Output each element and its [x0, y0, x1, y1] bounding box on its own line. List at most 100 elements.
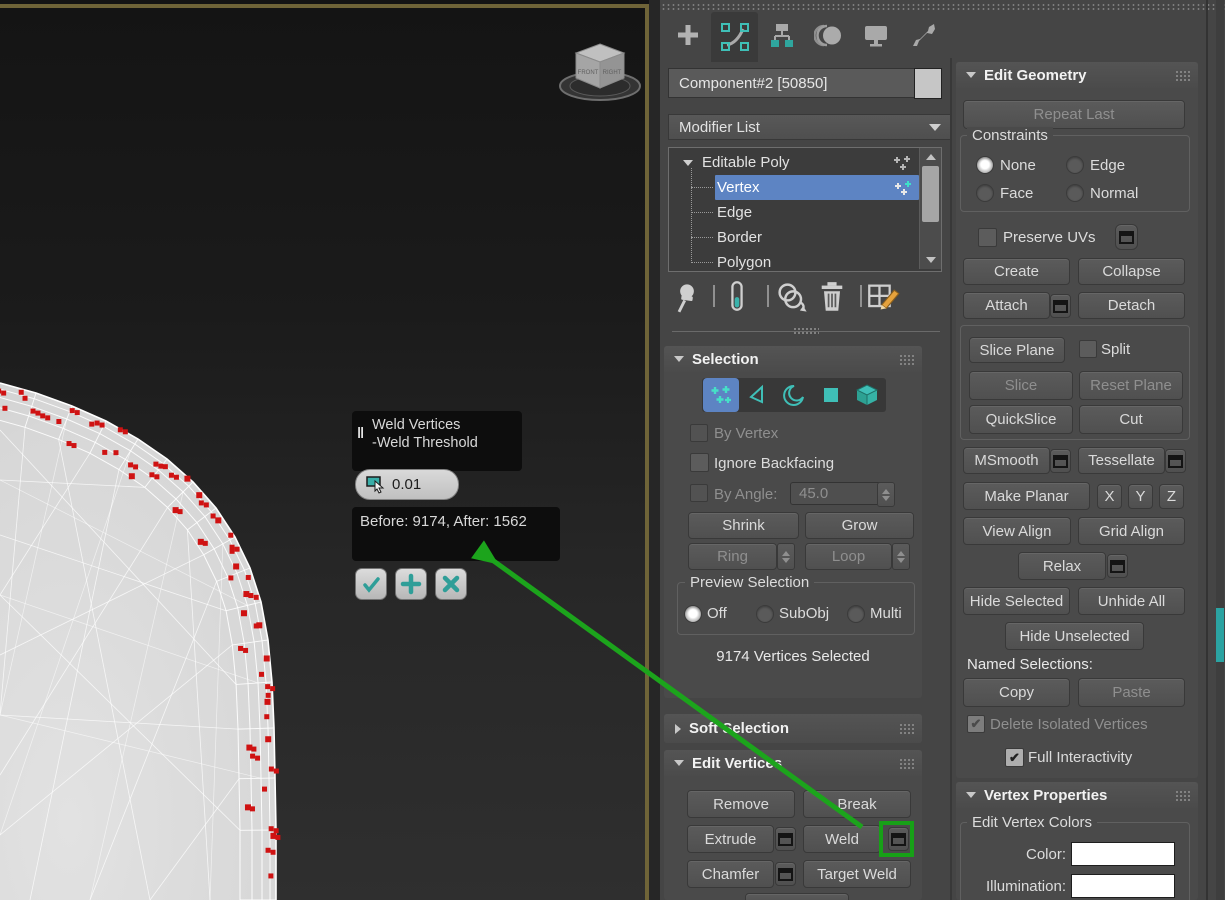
preview-off-radio[interactable]: [684, 605, 702, 623]
shrink-button[interactable]: Shrink: [688, 512, 799, 539]
rollout-grip[interactable]: [1175, 790, 1190, 802]
separator-grip[interactable]: [793, 327, 819, 335]
subobject-polygon-button[interactable]: [813, 378, 849, 412]
stack-item-edge[interactable]: Edge: [669, 200, 941, 225]
modifier-list-dropdown[interactable]: Modifier List: [668, 114, 952, 140]
subobject-border-button[interactable]: [776, 378, 812, 412]
soft-selection-header[interactable]: Soft Selection: [664, 714, 922, 743]
caddy-apply-button[interactable]: [395, 568, 427, 600]
msmooth-settings-button[interactable]: [1050, 449, 1071, 473]
make-unique-icon[interactable]: [774, 281, 810, 313]
caddy-cancel-button[interactable]: [435, 568, 467, 600]
stack-item-editable-poly[interactable]: Editable Poly: [669, 150, 941, 175]
break-button[interactable]: Break: [803, 790, 911, 818]
attach-button[interactable]: Attach: [963, 292, 1050, 319]
ring-spinner[interactable]: [777, 543, 795, 570]
preserve-uvs-settings-button[interactable]: [1115, 224, 1138, 250]
object-name-field[interactable]: Component#2 [50850]: [668, 68, 920, 98]
tab-motion[interactable]: [805, 12, 852, 57]
constraint-normal-radio[interactable]: [1066, 184, 1084, 202]
editable-poly-mesh[interactable]: [0, 0, 650, 900]
constraint-edge-radio[interactable]: [1066, 156, 1084, 174]
expander-icon[interactable]: [683, 159, 693, 166]
object-color-swatch[interactable]: [914, 68, 942, 99]
chamfer-button[interactable]: Chamfer: [687, 860, 774, 888]
full-interactivity-checkbox[interactable]: ✔: [1005, 748, 1024, 767]
delete-isolated-checkbox[interactable]: ✔: [967, 715, 985, 733]
axis-x-button[interactable]: X: [1097, 484, 1122, 509]
preview-multi-radio[interactable]: [847, 605, 865, 623]
scroll-up-icon[interactable]: [920, 150, 941, 164]
panel-scrollbar-track[interactable]: [1216, 0, 1224, 900]
unhide-all-button[interactable]: Unhide All: [1078, 587, 1185, 615]
stack-scrollbar[interactable]: [919, 148, 941, 269]
tab-display[interactable]: [852, 12, 899, 57]
hide-unselected-button[interactable]: Hide Unselected: [1005, 622, 1144, 650]
stack-item-border[interactable]: Border: [669, 225, 941, 250]
by-angle-spinner[interactable]: [877, 482, 895, 507]
detach-button[interactable]: Detach: [1078, 292, 1185, 319]
by-vertex-checkbox[interactable]: [690, 424, 708, 442]
weld-button[interactable]: Weld: [803, 825, 881, 853]
repeat-last-button[interactable]: Repeat Last: [963, 100, 1185, 129]
view-align-button[interactable]: View Align: [963, 517, 1071, 545]
reset-plane-button[interactable]: Reset Plane: [1079, 371, 1183, 400]
chamfer-settings-button[interactable]: [775, 862, 796, 886]
caddy-handle[interactable]: ‖: [357, 425, 364, 443]
extrude-settings-button[interactable]: [775, 827, 796, 851]
scroll-down-icon[interactable]: [920, 253, 941, 267]
stack-item-vertex[interactable]: Vertex: [669, 175, 941, 200]
msmooth-button[interactable]: MSmooth: [963, 447, 1050, 474]
subobject-vertex-button[interactable]: [703, 378, 739, 412]
loop-button[interactable]: Loop: [805, 543, 892, 570]
tab-modify[interactable]: [711, 12, 758, 62]
hide-selected-button[interactable]: Hide Selected: [963, 587, 1070, 615]
ignore-backfacing-checkbox[interactable]: [690, 453, 709, 472]
pin-stack-icon[interactable]: [672, 281, 702, 313]
panel-scrollbar-thumb[interactable]: [1216, 608, 1224, 662]
cut-button[interactable]: Cut: [1079, 405, 1183, 434]
edit-vertices-header[interactable]: Edit Vertices: [664, 750, 922, 776]
collapse-button[interactable]: Collapse: [1078, 258, 1185, 285]
show-end-result-icon[interactable]: [724, 280, 750, 312]
make-planar-button[interactable]: Make Planar: [963, 482, 1090, 510]
constraint-face-radio[interactable]: [976, 184, 994, 202]
preview-subobj-radio[interactable]: [756, 605, 774, 623]
subobject-element-button[interactable]: [849, 378, 885, 412]
tessellate-button[interactable]: Tessellate: [1078, 447, 1165, 474]
panel-drag-texture[interactable]: [660, 2, 1225, 11]
partial-button[interactable]: [745, 893, 849, 900]
vertex-color-swatch[interactable]: [1071, 842, 1175, 866]
vertex-illumination-swatch[interactable]: [1071, 874, 1175, 898]
relax-button[interactable]: Relax: [1018, 552, 1106, 580]
tab-create[interactable]: [664, 12, 711, 57]
loop-spinner[interactable]: [892, 543, 910, 570]
extrude-button[interactable]: Extrude: [687, 825, 774, 853]
quickslice-button[interactable]: QuickSlice: [969, 405, 1073, 434]
grow-button[interactable]: Grow: [805, 512, 914, 539]
vertex-properties-header[interactable]: Vertex Properties: [956, 782, 1198, 808]
selection-rollout-header[interactable]: Selection: [664, 346, 922, 372]
remove-modifier-icon[interactable]: [817, 281, 847, 313]
create-button[interactable]: Create: [963, 258, 1070, 285]
weld-threshold-field[interactable]: 0.01: [355, 469, 459, 500]
rollout-grip[interactable]: [899, 758, 914, 770]
attach-settings-button[interactable]: [1050, 294, 1071, 318]
rollout-grip[interactable]: [1175, 70, 1190, 82]
tessellate-settings-button[interactable]: [1165, 449, 1186, 473]
constraint-none-radio[interactable]: [976, 156, 994, 174]
tab-hierarchy[interactable]: [758, 12, 805, 57]
caddy-ok-button[interactable]: [355, 568, 387, 600]
paste-button[interactable]: Paste: [1078, 678, 1185, 707]
rollout-grip[interactable]: [899, 354, 914, 366]
preserve-uvs-checkbox[interactable]: [978, 228, 997, 247]
slice-plane-button[interactable]: Slice Plane: [969, 337, 1065, 363]
rollout-grip[interactable]: [899, 723, 914, 735]
by-angle-checkbox[interactable]: [690, 484, 708, 502]
remove-button[interactable]: Remove: [687, 790, 795, 818]
viewcube[interactable]: FRONT RIGHT: [554, 30, 646, 106]
edit-geometry-header[interactable]: Edit Geometry: [956, 62, 1198, 88]
viewport[interactable]: FRONT RIGHT ‖ Weld Vertices -Weld Thresh…: [0, 0, 650, 900]
scrollbar-thumb[interactable]: [922, 166, 939, 222]
ring-button[interactable]: Ring: [688, 543, 777, 570]
